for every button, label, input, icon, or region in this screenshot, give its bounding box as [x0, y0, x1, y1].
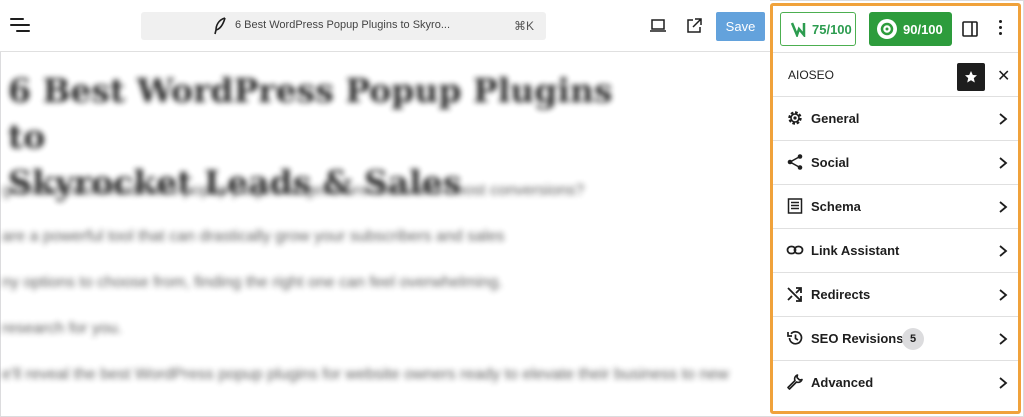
- shuffle-icon: [787, 287, 802, 302]
- schema-icon: [787, 198, 803, 214]
- document-overview-icon[interactable]: [10, 16, 30, 34]
- headline-analyzer-icon: [877, 19, 897, 39]
- post-title-line: 6 Best WordPress Popup Plugins to: [8, 71, 613, 156]
- history-icon: [787, 330, 803, 345]
- menu-item-redirects[interactable]: Redirects: [773, 273, 1018, 317]
- document-title: 6 Best WordPress Popup Plugins to Skyro.…: [235, 19, 451, 31]
- truseo-score: 75/100: [812, 21, 852, 37]
- share-icon: [787, 154, 803, 170]
- revisions-count-badge: 5: [902, 328, 924, 350]
- chevron-right-icon: [999, 377, 1008, 389]
- more-options-icon[interactable]: [999, 19, 1003, 37]
- post-content: 6 Best WordPress Popup Plugins to Skyroc…: [0, 54, 768, 414]
- pin-star-button[interactable]: [957, 63, 985, 91]
- menu-item-label: Link Assistant: [811, 243, 900, 258]
- chevron-right-icon: [999, 201, 1008, 213]
- menu-item-label: General: [811, 111, 860, 126]
- menu-item-label: Advanced: [811, 375, 874, 390]
- paragraph[interactable]: are a powerful tool that can drastically…: [2, 228, 504, 246]
- chevron-right-icon: [999, 289, 1008, 301]
- menu-item-general[interactable]: General: [773, 97, 1018, 141]
- paragraph[interactable]: research for you.: [2, 320, 122, 338]
- editor-toolbar: 6 Best WordPress Popup Plugins to Skyro.…: [0, 0, 770, 52]
- command-palette-bar[interactable]: 6 Best WordPress Popup Plugins to Skyro.…: [141, 12, 546, 40]
- headline-score-button[interactable]: 90/100: [869, 12, 952, 46]
- gear-icon: [788, 111, 802, 125]
- shortcut-hint: ⌘K: [513, 19, 534, 33]
- aioseo-logo-icon: [790, 22, 806, 37]
- feather-icon: [214, 17, 226, 35]
- save-button[interactable]: Save: [716, 12, 765, 41]
- menu-item-link-assistant[interactable]: Link Assistant: [773, 229, 1018, 273]
- menu-item-social[interactable]: Social: [773, 141, 1018, 185]
- wrench-icon: [787, 374, 803, 390]
- link-icon: [786, 245, 804, 255]
- panel-toolbar: 75/100 90/100: [773, 6, 1018, 52]
- preview-device-icon[interactable]: [648, 16, 668, 36]
- menu-item-advanced[interactable]: Advanced: [773, 361, 1018, 405]
- truseo-score-button[interactable]: 75/100: [780, 12, 856, 46]
- panel-header: AIOSEO ✕: [773, 52, 1018, 97]
- close-icon[interactable]: ✕: [997, 66, 1010, 86]
- menu-item-label: Social: [811, 155, 850, 170]
- chevron-right-icon: [999, 333, 1008, 345]
- aioseo-panel: 75/100 90/100 AIOSEO ✕ General Social Sc…: [770, 3, 1021, 414]
- chevron-right-icon: [999, 157, 1008, 169]
- menu-item-seo-revisions[interactable]: SEO Revisions 5: [773, 317, 1018, 361]
- menu-item-label: Redirects: [811, 287, 871, 302]
- sidebar-toggle-icon[interactable]: [961, 20, 979, 38]
- chevron-right-icon: [999, 245, 1008, 257]
- headline-score: 90/100: [903, 21, 943, 37]
- external-link-icon[interactable]: [684, 16, 704, 36]
- paragraph[interactable]: e'll reveal the best WordPress popup plu…: [2, 366, 729, 384]
- chevron-right-icon: [999, 113, 1008, 125]
- menu-item-schema[interactable]: Schema: [773, 185, 1018, 229]
- paragraph[interactable]: ny options to choose from, finding the r…: [2, 274, 503, 292]
- menu-item-label: SEO Revisions: [811, 331, 904, 346]
- menu-item-label: Schema: [811, 199, 861, 214]
- paragraph[interactable]: g for the best WordPress popup plugins t…: [2, 182, 584, 200]
- panel-title: AIOSEO: [788, 68, 835, 82]
- star-icon: [965, 71, 977, 83]
